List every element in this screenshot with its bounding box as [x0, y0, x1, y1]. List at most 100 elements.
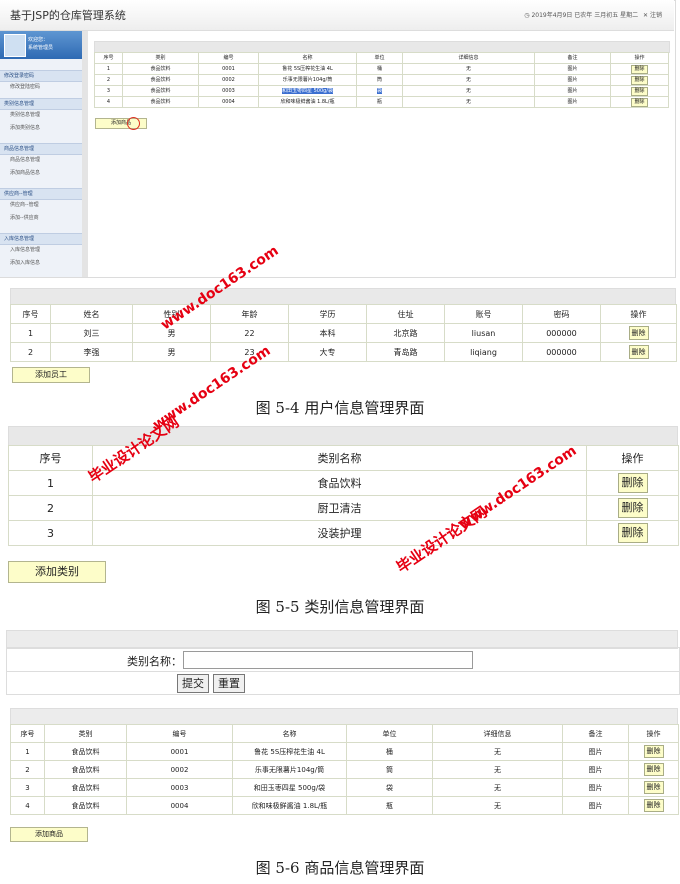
delete-button[interactable]: 删除 — [631, 98, 648, 107]
table-row: 4 食品饮料 0004 欣和味极鲜酱油 1.8L/瓶 瓶 无 图片 删除 — [94, 96, 669, 108]
cell: 乐事无限薯片104g/筒 — [232, 760, 347, 779]
sidebar-item-goods-manage[interactable]: 商品信息管理 — [0, 155, 82, 165]
col-header: 备注 — [534, 52, 611, 64]
delete-button[interactable]: 删除 — [628, 345, 649, 359]
cell: 无 — [402, 96, 535, 108]
col-header: 年龄 — [210, 304, 289, 324]
add-employee-button[interactable]: 添加员工 — [12, 367, 90, 383]
sidebar-group-category[interactable]: 类别信息管理 — [0, 98, 82, 110]
sidebar-item-stock-in-manage[interactable]: 入库信息管理 — [0, 245, 82, 255]
sidebar-toggle-bar[interactable] — [82, 31, 88, 277]
sidebar-group-goods[interactable]: 商品信息管理 — [0, 143, 82, 155]
cell: 000000 — [522, 323, 601, 343]
reset-button[interactable]: 重置 — [213, 674, 245, 693]
cell: 4 — [10, 796, 45, 815]
cell: 0001 — [126, 742, 233, 761]
col-header: 序号 — [8, 445, 93, 471]
cell: 鲁花 5S压榨花生油 4L — [232, 742, 347, 761]
add-category-button[interactable]: 添加类别 — [8, 561, 106, 583]
table-row: 3 没装护理 删除 — [8, 520, 679, 546]
action-cell: 删除 — [600, 323, 677, 343]
goods-table-large: 序号 类别 编号 名称 单位 详细信息 备注 操作 1 食品饮料 0001 鲁花… — [10, 724, 679, 815]
delete-button[interactable]: 删除 — [617, 473, 648, 493]
cell: 刘三 — [50, 323, 133, 343]
welcome-text: 欢迎您： — [28, 37, 49, 43]
selected-text: 袋 — [376, 88, 382, 94]
action-cell: 删除 — [586, 495, 679, 521]
action-cell: 删除 — [610, 74, 669, 86]
col-header: 类别 — [122, 52, 199, 64]
cell: 1 — [10, 742, 45, 761]
sidebar-item-supplier-add[interactable]: 添加--供应商 — [0, 213, 82, 223]
col-header: 账号 — [444, 304, 523, 324]
delete-button[interactable]: 删除 — [631, 87, 648, 96]
cell: 无 — [432, 760, 563, 779]
cell: 2 — [10, 342, 51, 362]
cell: 图片 — [562, 778, 629, 797]
delete-button[interactable]: 删除 — [617, 523, 648, 543]
cell: 0003 — [126, 778, 233, 797]
col-header: 操作 — [600, 304, 677, 324]
add-goods-button[interactable]: 添加商品 — [10, 827, 88, 842]
delete-button[interactable]: 删除 — [643, 745, 664, 758]
delete-button[interactable]: 删除 — [628, 326, 649, 340]
sidebar-group-supplier[interactable]: 供应商--管理 — [0, 188, 82, 200]
category-form: 类别名称： 提交 重置 — [6, 647, 680, 695]
col-header: 名称 — [232, 724, 347, 743]
action-cell: 删除 — [586, 520, 679, 546]
cell: 大专 — [288, 342, 367, 362]
cell: 000000 — [522, 342, 601, 362]
sidebar-group-password[interactable]: 修改登录密码 — [0, 70, 82, 82]
table-row: 3 食品饮料 0003 和田玉枣四星 500g/袋 袋 无 图片 删除 — [94, 85, 669, 97]
category-name-input[interactable] — [183, 651, 473, 669]
delete-button[interactable]: 删除 — [631, 76, 648, 85]
cell: 男 — [132, 342, 211, 362]
table-header-row: 序号 类别 编号 名称 单位 详细信息 备注 操作 — [10, 724, 679, 743]
cell: 无 — [402, 74, 535, 86]
cell: 桶 — [356, 63, 403, 75]
sidebar-item-category-add[interactable]: 添加类别信息 — [0, 123, 82, 133]
cell: 无 — [432, 778, 563, 797]
submit-button[interactable]: 提交 — [177, 674, 209, 693]
cell: 食品饮料 — [44, 796, 127, 815]
delete-button[interactable]: 删除 — [617, 498, 648, 518]
col-header: 序号 — [10, 304, 51, 324]
sidebar-item-supplier-manage[interactable]: 供应商--管理 — [0, 200, 82, 210]
cell: 食品饮料 — [122, 63, 199, 75]
cell: 无 — [432, 742, 563, 761]
sidebar-item-goods-add[interactable]: 添加商品信息 — [0, 168, 82, 178]
close-icon[interactable]: ✕ — [643, 12, 648, 19]
col-header: 名称 — [258, 52, 357, 64]
delete-button[interactable]: 删除 — [643, 781, 664, 794]
cell: 0001 — [198, 63, 259, 75]
logout-link[interactable]: 注销 — [650, 12, 662, 19]
table-row: 4 食品饮料 0004 欣和味极鲜酱油 1.8L/瓶 瓶 无 图片 删除 — [10, 796, 679, 815]
cell: 2 — [94, 74, 123, 86]
action-cell: 删除 — [628, 760, 679, 779]
sidebar-item-change-password[interactable]: 修改登陆密码 — [0, 82, 82, 92]
cell: 图片 — [562, 742, 629, 761]
delete-button[interactable]: 删除 — [643, 763, 664, 776]
cell: 袋 — [356, 85, 403, 97]
cell: 欣和味极鲜酱油 1.8L/瓶 — [232, 796, 347, 815]
user-box: 欢迎您： 系统管理员 — [0, 31, 82, 59]
cell: 欣和味极鲜酱油 1.8L/瓶 — [258, 96, 357, 108]
sidebar-group-stock-in[interactable]: 入库信息管理 — [0, 233, 82, 245]
action-cell: 删除 — [628, 742, 679, 761]
delete-button[interactable]: 删除 — [643, 799, 664, 812]
cell: 没装护理 — [92, 520, 587, 546]
delete-button[interactable]: 删除 — [631, 65, 648, 74]
action-cell: 删除 — [600, 342, 677, 362]
cell: 无 — [402, 85, 535, 97]
sidebar-item-category-manage[interactable]: 类别信息管理 — [0, 110, 82, 120]
cell: liqiang — [444, 342, 523, 362]
cell: 青岛路 — [366, 342, 445, 362]
sidebar-item-stock-in-add[interactable]: 添加入库信息 — [0, 258, 82, 268]
cell: 图片 — [534, 85, 611, 97]
cell: 食品饮料 — [122, 74, 199, 86]
cell: 瓶 — [356, 96, 403, 108]
figure-caption: 图 5-6 商品信息管理界面 — [255, 859, 425, 877]
cell: 食品饮料 — [44, 760, 127, 779]
cell: 图片 — [562, 796, 629, 815]
figure-caption: 图 5-4 用户信息管理界面 — [255, 399, 425, 417]
